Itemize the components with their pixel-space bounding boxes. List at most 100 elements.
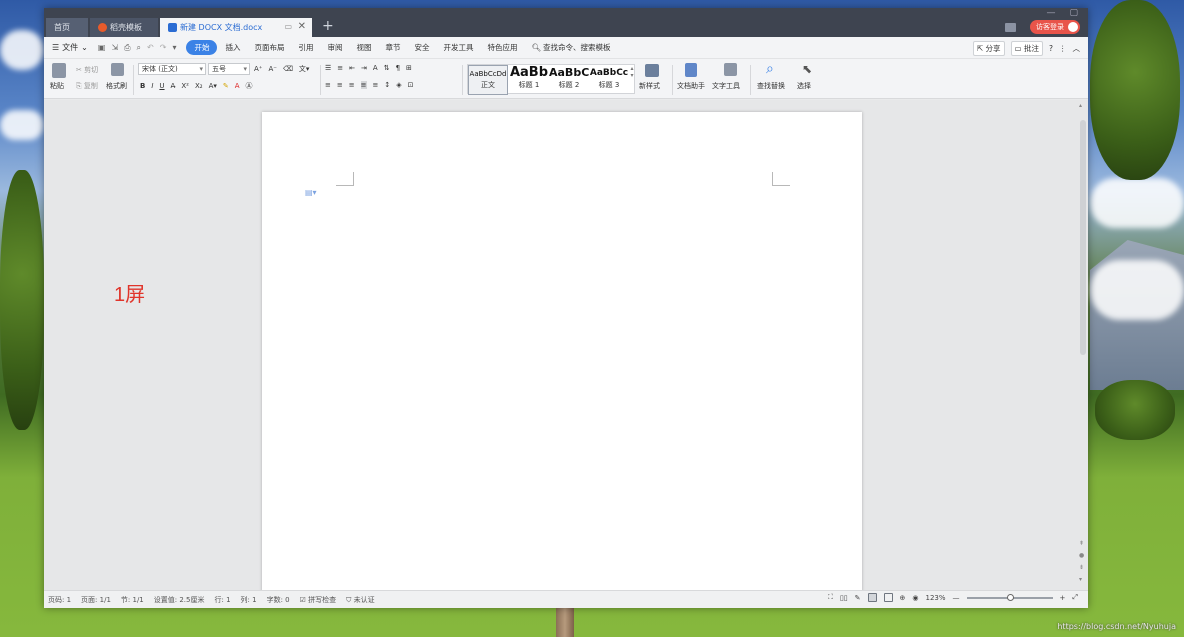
find-replace-icon[interactable]: ⌕ [766,61,774,77]
menu-references[interactable]: 引用 [292,40,319,55]
style-body[interactable]: AaBbCcDd 正文 [468,65,508,95]
wrench-icon[interactable] [724,63,737,76]
char-shading-icon[interactable]: Ⓐ [246,81,253,91]
highlight-icon[interactable]: ✎ [223,82,229,90]
tab-home[interactable]: 首页 [46,18,88,37]
menu-developer[interactable]: 开发工具 [437,40,479,55]
format-painter-button[interactable]: 格式刷 [106,81,127,91]
shading-icon[interactable]: ◈ [396,81,401,89]
justify-icon[interactable]: ≡ [360,81,367,89]
distributed-icon[interactable]: ≡ [373,81,379,89]
style-heading-1[interactable]: AaBb 标题 1 [509,65,549,95]
status-setting[interactable]: 设置值: 2.5厘米 [154,595,205,605]
style-heading-3[interactable]: AaBbCc 标题 3 [589,65,629,95]
increase-indent-icon[interactable]: ⇥ [361,64,367,72]
format-painter-icon[interactable] [111,63,124,76]
more-icon[interactable]: ⋮ [1059,44,1067,53]
underline-icon[interactable]: U [159,82,164,90]
select-browse-icon[interactable]: ● [1079,552,1084,559]
align-left-icon[interactable]: ≡ [325,81,331,89]
sort-icon[interactable]: ⇅ [384,64,390,72]
new-style-button[interactable]: 新样式 [639,81,660,91]
pen-icon[interactable]: ✎ [855,594,861,602]
menu-page-layout[interactable]: 页面布局 [248,40,290,55]
font-name-select[interactable]: 宋体 (正文) ▾ [138,63,206,75]
undo-icon[interactable]: ↶ [147,43,154,53]
cursor-select-icon[interactable]: ⬉ [802,62,812,76]
bold-icon[interactable]: B [140,82,145,90]
menu-chapter[interactable]: 章节 [379,40,406,55]
styles-scroll-icon[interactable]: ▴ ▾ [629,65,635,95]
window-layout-icon[interactable] [1005,23,1016,32]
command-search[interactable]: 🔍︎ 查找命令、搜索模板 [531,42,610,53]
paste-button[interactable]: 粘贴 [50,81,64,91]
shrink-font-icon[interactable]: A⁻ [268,65,276,73]
status-pages[interactable]: 页面: 1/1 [81,595,111,605]
tab-document[interactable]: 新建 DOCX 文档.docx ▭ ✕ [160,18,312,37]
scrollbar-thumb[interactable] [1080,120,1086,355]
zoom-slider[interactable] [966,593,1053,601]
phonetic-icon[interactable]: 文▾ [299,64,310,74]
maximize-icon[interactable]: ▢ [1069,8,1078,18]
zoom-in-icon[interactable]: + [1060,594,1066,602]
next-page-icon[interactable]: ⇟ [1079,564,1084,571]
customize-icon[interactable]: ▾ [172,43,176,53]
export-icon[interactable]: ⇲ [111,43,118,53]
tab-pin-icon[interactable]: ▭ [284,22,292,31]
help-icon[interactable]: ? [1049,44,1053,53]
subscript-icon[interactable]: X₂ [195,82,203,90]
italic-icon[interactable]: I [151,82,153,90]
menu-insert[interactable]: 插入 [219,40,246,55]
spell-check-button[interactable]: ☑ 拼写检查 [300,595,337,605]
document-page[interactable]: ▤▾ [262,112,862,590]
tab-templates[interactable]: 稻壳模板 [90,18,158,37]
outline-view-icon[interactable] [883,593,893,602]
text-effect-icon[interactable]: A▾ [209,82,217,90]
menu-security[interactable]: 安全 [408,40,435,55]
print-preview-icon[interactable]: ⌕ [137,43,141,53]
chinese-layout-icon[interactable]: A [373,64,378,72]
strikethrough-icon[interactable]: A̶ [171,82,176,90]
clear-format-icon[interactable]: ⌫ [283,65,293,73]
zoom-slider-handle[interactable] [1006,593,1014,601]
find-replace-button[interactable]: 查找替换 [757,81,785,91]
doc-assistant-icon[interactable] [685,63,697,77]
zoom-out-icon[interactable]: — [953,594,960,602]
minimize-icon[interactable]: — [1046,8,1055,18]
align-center-icon[interactable]: ≡ [337,81,343,89]
decrease-indent-icon[interactable]: ⇤ [349,64,355,72]
zoom-level[interactable]: 123% [926,594,946,602]
font-size-select[interactable]: 五号 ▾ [208,63,250,75]
borders-icon[interactable]: ⊡ [408,81,414,89]
redo-icon[interactable]: ↷ [160,43,167,53]
tab-close-icon[interactable]: ✕ [298,21,306,32]
certification-status[interactable]: ⛉ 未认证 [346,595,374,605]
new-tab-button[interactable]: + [322,19,334,33]
status-page-number[interactable]: 页码: 1 [48,595,71,605]
font-color-icon[interactable]: A [235,82,240,90]
fullscreen-icon[interactable]: ⛶ [828,593,833,602]
show-marks-icon[interactable]: ¶ [396,64,400,72]
fit-window-icon[interactable]: ⤢ [1072,593,1078,602]
vertical-scrollbar[interactable]: ▴ ⇞ ● ⇟ ▾ [1078,100,1088,590]
status-word-count[interactable]: 字数: 0 [267,595,290,605]
doc-assistant-button[interactable]: 文档助手 [677,81,705,91]
eye-protection-icon[interactable]: ◉ [912,594,918,602]
style-heading-2[interactable]: AaBbC 标题 2 [549,65,589,95]
menu-view[interactable]: 视图 [350,40,377,55]
menu-home[interactable]: 开始 [186,40,218,55]
select-button[interactable]: 选择 [797,81,811,91]
new-style-icon[interactable] [645,64,659,77]
grow-font-icon[interactable]: A⁺ [254,65,262,73]
prev-page-icon[interactable]: ⇞ [1079,540,1084,547]
collapse-ribbon-icon[interactable]: ︿ [1073,43,1081,54]
reading-layout-icon[interactable]: ▯▯ [840,594,848,602]
status-section[interactable]: 节: 1/1 [121,595,144,605]
copy-button[interactable]: ⎘ 复制 [76,81,98,91]
menu-review[interactable]: 审阅 [321,40,348,55]
comment-button[interactable]: ▭ 批注 [1010,41,1044,56]
print-icon[interactable]: ⎙ [124,43,130,53]
numbered-list-icon[interactable]: ≡ [337,64,343,72]
text-tools-button[interactable]: 文字工具 [712,81,740,91]
bullet-list-icon[interactable]: ☰ [325,64,331,72]
